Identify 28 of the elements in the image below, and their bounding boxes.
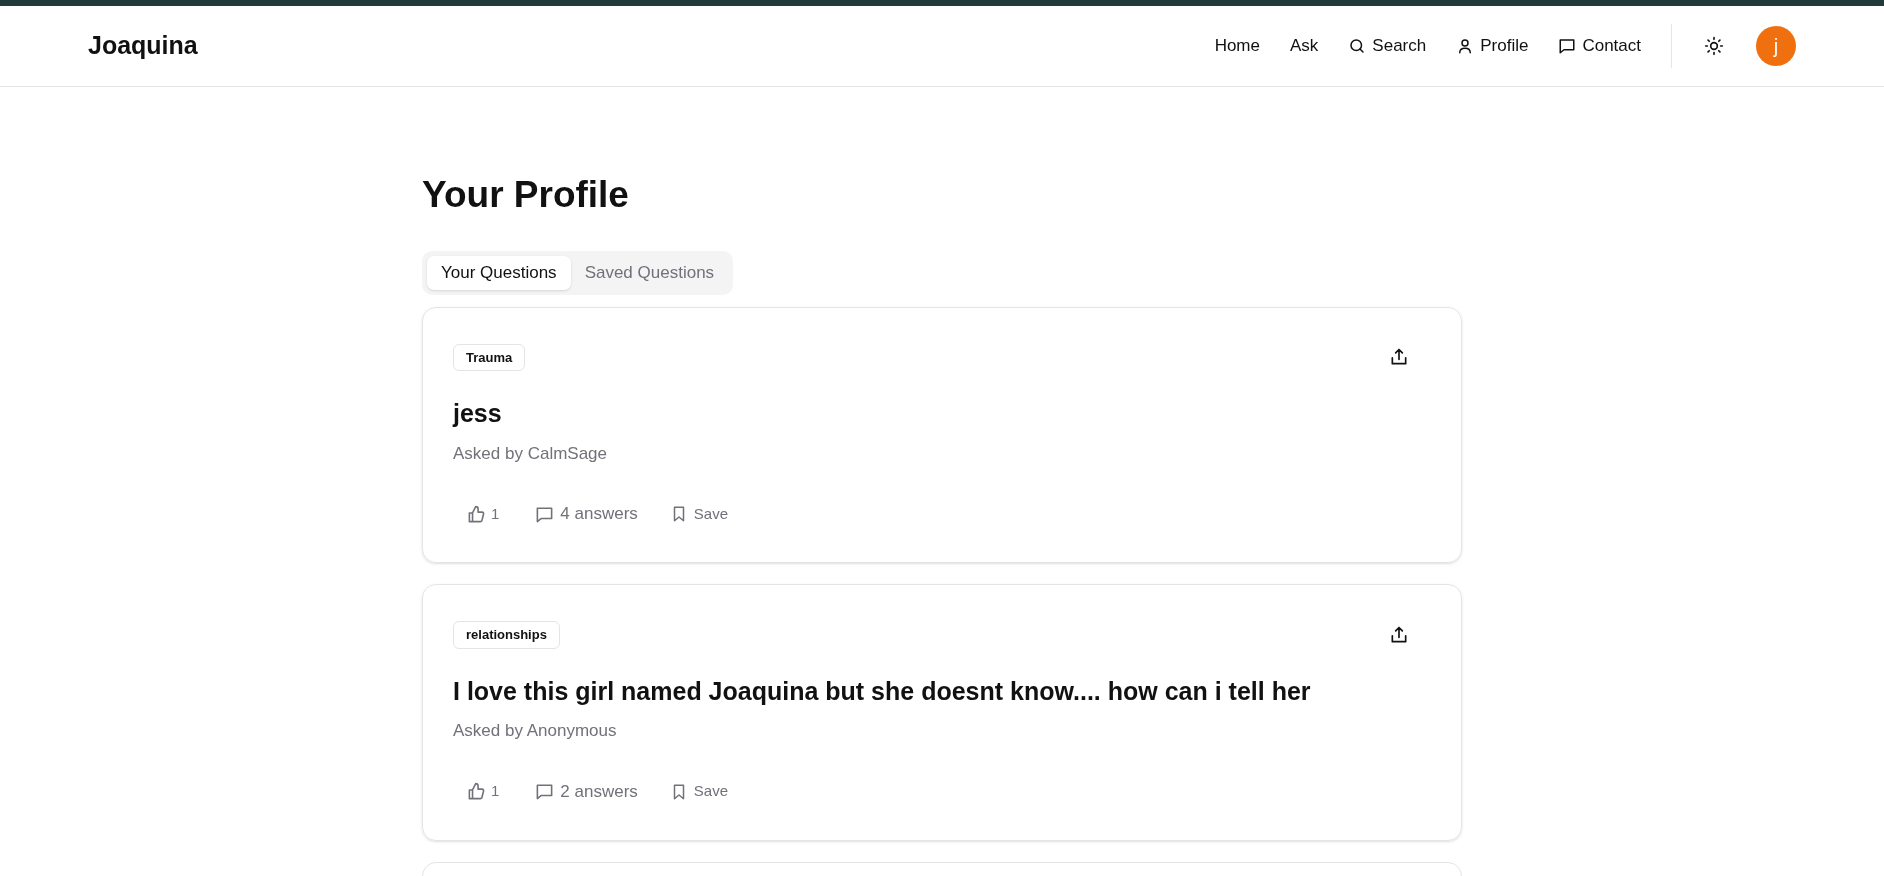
tag[interactable]: relationships [453,621,560,649]
question-title[interactable]: I love this girl named Joaquina but she doesnt know.... how can i tell her [453,672,1431,710]
thumbs-up-icon [467,504,486,524]
author-text: Asked by Anonymous [453,720,618,742]
thumbs-up-icon [467,782,486,801]
author-text: Asked by CalmSage [453,442,609,465]
answers-button[interactable]: 4 answers [525,496,648,532]
tab[interactable]: Saved Questions [570,255,729,290]
comment-icon [535,782,555,801]
theme-toggle-icon[interactable] [1702,34,1726,58]
question-title[interactable]: jess [453,395,1431,433]
nav-link[interactable]: Profile [1456,33,1529,59]
search-icon [1348,37,1367,55]
nav-link[interactable]: Search [1348,33,1427,59]
answers-button[interactable]: 2 answers [525,773,648,810]
nav-link[interactable]: Ask [1290,33,1319,59]
message-icon [1558,37,1577,55]
like-button[interactable]: 1 [453,773,514,810]
save-button[interactable]: Save [659,773,739,810]
nav-link[interactable]: Home [1214,33,1260,59]
save-button[interactable]: Save [659,496,739,532]
tab[interactable]: Your Questions [427,255,571,290]
like-button[interactable]: 1 [453,496,514,532]
tag[interactable]: Trauma [453,343,526,371]
comment-icon [535,504,555,524]
brand-link[interactable]: Joaquina [88,27,198,65]
nav-link[interactable]: Contact [1558,33,1641,59]
page-title: Your Profile [422,173,630,217]
